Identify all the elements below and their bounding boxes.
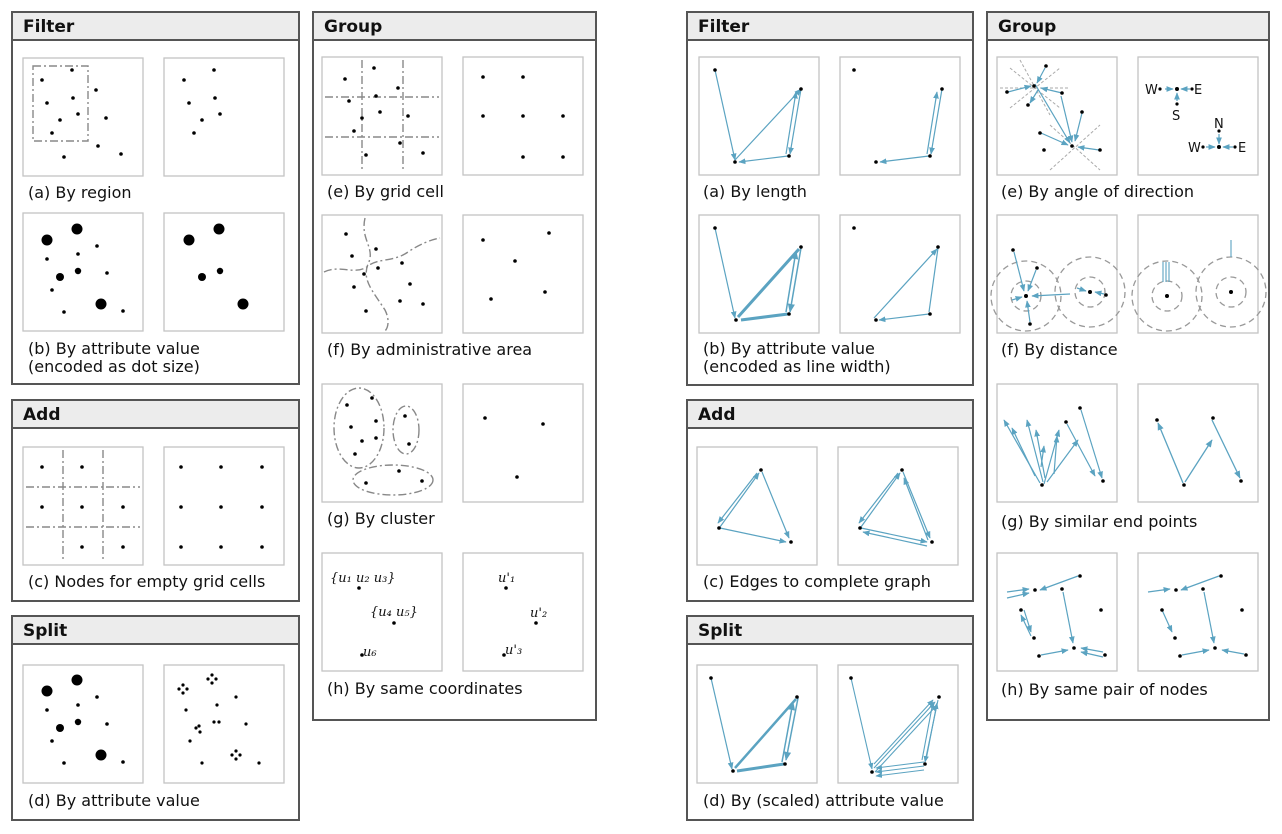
caption-left-group-h: (h) By same coordinates: [327, 679, 523, 698]
compass-s-left: S: [1172, 109, 1180, 124]
caption-right-group-g: (g) By similar end points: [1001, 512, 1198, 531]
caption-right-group-e: (e) By angle of direction: [1001, 182, 1195, 201]
left-group-h-left: {u₁ u₂ u₃} {u₄ u₅} u₆: [321, 552, 443, 672]
left-group-g-right: [462, 383, 584, 503]
caption-left-group-e: (e) By grid cell: [327, 182, 444, 201]
left-group-f-left: [321, 214, 443, 334]
compass-e-right: E: [1238, 141, 1246, 156]
compass-w-right: W: [1188, 141, 1201, 156]
left-group-g-left: [321, 383, 443, 503]
left-group-h-right: u'₁ u'₂ u'₃: [462, 552, 584, 672]
left-filter-b-left: [22, 212, 144, 332]
right-filter-b-left: [698, 214, 820, 334]
caption-left-group-g: (g) By cluster: [327, 509, 435, 528]
caption-right-split-d: (d) By (scaled) attribute value: [703, 791, 944, 810]
label-u-prime-3: u'₃: [505, 643, 522, 658]
right-filter-a-right: [839, 56, 961, 176]
caption-right-group-f: (f) By distance: [1001, 340, 1118, 359]
caption-left-add-c: (c) Nodes for empty grid cells: [28, 572, 266, 591]
compass-n-right: N: [1214, 117, 1224, 132]
caption-left-split-d: (d) By attribute value: [28, 791, 200, 810]
left-split-d-right: [163, 664, 285, 784]
label-u-prime-2: u'₂: [530, 606, 547, 621]
right-group-e-right: W E S N W E: [1137, 56, 1259, 176]
left-filter-a-left: [22, 57, 144, 177]
caption-left-filter-b: (b) By attribute value (encoded as dot s…: [28, 339, 200, 376]
left-group-e-left: [321, 56, 443, 176]
right-group-g-right: [1137, 383, 1259, 503]
caption-right-filter-a: (a) By length: [703, 182, 807, 201]
label-u1-u2-u3: {u₁ u₂ u₃}: [330, 571, 396, 586]
right-group-h-left: [996, 552, 1118, 672]
left-add-c-right: [163, 446, 285, 566]
label-u6: u₆: [363, 645, 377, 660]
caption-left-filter-a: (a) By region: [28, 183, 132, 202]
right-filter-a-left: [698, 56, 820, 176]
right-filter-b-right: [839, 214, 961, 334]
right-split-d-right: [837, 664, 959, 784]
left-group-f-right: [462, 214, 584, 334]
caption-right-add-c: (c) Edges to complete graph: [703, 572, 931, 591]
left-group-e-right: [462, 56, 584, 176]
right-group-e-left: [996, 56, 1118, 176]
right-group-h-right: [1137, 552, 1259, 672]
left-filter-a-right: [163, 57, 285, 177]
caption-right-filter-b: (b) By attribute value (encoded as line …: [703, 339, 891, 376]
left-split-d-left: [22, 664, 144, 784]
right-group-f-left: [990, 214, 1126, 334]
right-add-c-right: [837, 446, 959, 566]
label-u4-u5: {u₄ u₅}: [370, 605, 418, 620]
right-group-f-right: [1131, 214, 1267, 334]
compass-e-left: E: [1194, 83, 1202, 98]
left-add-c-left: [22, 446, 144, 566]
right-split-d-left: [696, 664, 818, 784]
label-u-prime-1: u'₁: [498, 571, 515, 586]
illustration-canvas: {u₁ u₂ u₃} {u₄ u₅} u₆ u'₁ u'₂ u'₃ W E S …: [22, 56, 1267, 784]
left-filter-b-right: [163, 212, 285, 332]
caption-right-group-h: (h) By same pair of nodes: [1001, 680, 1208, 699]
compass-w-left: W: [1145, 83, 1158, 98]
caption-left-group-f: (f) By administrative area: [327, 340, 533, 359]
right-group-g-left: [996, 383, 1118, 503]
right-add-c-left: [696, 446, 818, 566]
